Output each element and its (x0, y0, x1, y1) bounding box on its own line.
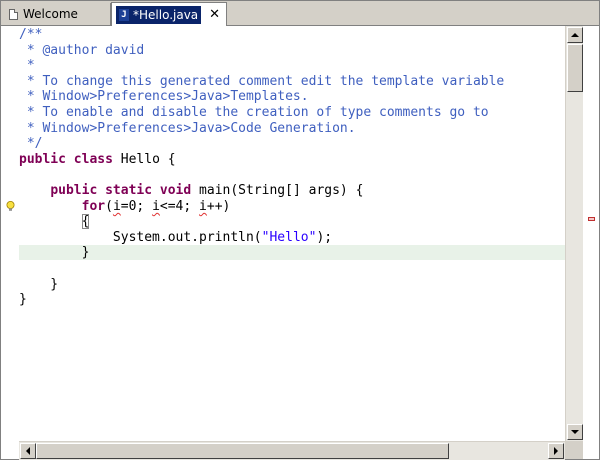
vertical-scroll-thumb[interactable] (567, 44, 583, 92)
tab-hello-java[interactable]: J *Hello.java ✕ (111, 2, 227, 26)
code-token: * To change this generated comment edit … (19, 74, 513, 89)
code-line[interactable]: } (19, 292, 565, 307)
scroll-left-button[interactable] (20, 443, 36, 459)
code-line[interactable]: /** (19, 27, 565, 42)
scroll-down-button[interactable] (567, 424, 583, 440)
code-line[interactable]: * @author david (19, 43, 565, 58)
code-text-area[interactable]: /** * @author david * * To change this g… (19, 26, 565, 441)
code-token: i (199, 199, 207, 214)
code-line[interactable]: * Window>Preferences>Java>Templates. (19, 89, 565, 104)
code-token: */ (19, 136, 43, 151)
code-token: * Window>Preferences>Java>Code Generatio… (19, 121, 356, 136)
code-line[interactable] (19, 167, 565, 182)
tab-label: *Hello.java (133, 7, 199, 22)
code-token: public (50, 183, 98, 198)
code-line[interactable]: System.out.println("Hello"); (19, 230, 565, 245)
code-token: ++) (206, 199, 231, 214)
code-token: i (112, 199, 121, 214)
code-token: class (73, 152, 113, 167)
scroll-up-button[interactable] (567, 27, 583, 43)
horizontal-scrollbar[interactable] (19, 441, 565, 460)
arrow-up-icon (571, 33, 579, 37)
arrow-left-icon (26, 447, 30, 455)
code-token: /** (19, 27, 43, 42)
code-token: public (19, 152, 66, 167)
tab-welcome[interactable]: Welcome (3, 3, 111, 25)
code-token: } (19, 245, 90, 260)
editor-tab-bar: Welcome J *Hello.java ✕ (1, 1, 599, 26)
code-token: void (159, 183, 192, 198)
java-file-icon: J (119, 8, 129, 21)
code-token: for (81, 199, 106, 214)
lightbulb-icon[interactable] (6, 201, 15, 212)
code-token: i (152, 199, 160, 214)
code-token: * (19, 58, 35, 73)
scroll-right-button[interactable] (548, 443, 564, 459)
overview-ruler[interactable] (583, 26, 599, 459)
code-token: static (105, 183, 153, 198)
code-token: <=4; (159, 199, 200, 214)
close-icon[interactable]: ✕ (209, 8, 220, 21)
code-token: * To enable and disable the creation of … (19, 105, 489, 120)
tab-title: J *Hello.java (116, 5, 202, 24)
code-line[interactable]: */ (19, 136, 565, 151)
arrow-down-icon (571, 430, 579, 434)
code-token: ); (316, 230, 333, 245)
code-token: { (81, 214, 90, 229)
code-line[interactable]: } (19, 277, 565, 292)
document-icon (9, 8, 18, 20)
code-line[interactable]: { (19, 214, 565, 229)
code-token: System.out.println( (19, 230, 262, 245)
code-token: Hello { (112, 152, 176, 167)
code-token: } (19, 277, 59, 292)
vertical-ruler[interactable] (1, 26, 19, 441)
code-token: * Window>Preferences>Java>Templates. (19, 89, 309, 104)
code-token: } (19, 292, 27, 307)
tab-label: Welcome (23, 7, 78, 21)
code-token: ( (105, 199, 113, 214)
code-token: =0; (120, 199, 153, 214)
vertical-scrollbar[interactable] (565, 26, 584, 441)
code-line[interactable]: } (19, 245, 565, 260)
code-line[interactable] (19, 261, 565, 276)
arrow-right-icon (554, 447, 558, 455)
code-line[interactable]: * To change this generated comment edit … (19, 74, 565, 89)
code-token: "Hello" (261, 230, 317, 245)
code-line[interactable]: * Window>Preferences>Java>Code Generatio… (19, 121, 565, 136)
editor-window: Welcome J *Hello.java ✕ /** * @author da… (0, 0, 600, 460)
code-line[interactable]: * To enable and disable the creation of … (19, 105, 565, 120)
code-line[interactable]: * (19, 58, 565, 73)
code-token: * @author david (19, 43, 145, 58)
scrollbar-corner (565, 441, 583, 459)
code-line[interactable]: public class Hello { (19, 152, 565, 167)
horizontal-scroll-thumb[interactable] (36, 443, 449, 459)
code-line[interactable]: public static void main(String[] args) { (19, 183, 565, 198)
code-line[interactable]: for(i=0; i<=4; i++) (19, 199, 565, 214)
code-editor[interactable]: /** * @author david * * To change this g… (1, 26, 599, 460)
code-token: main(String[] args) { (191, 183, 364, 198)
error-marker-icon[interactable] (588, 217, 595, 221)
